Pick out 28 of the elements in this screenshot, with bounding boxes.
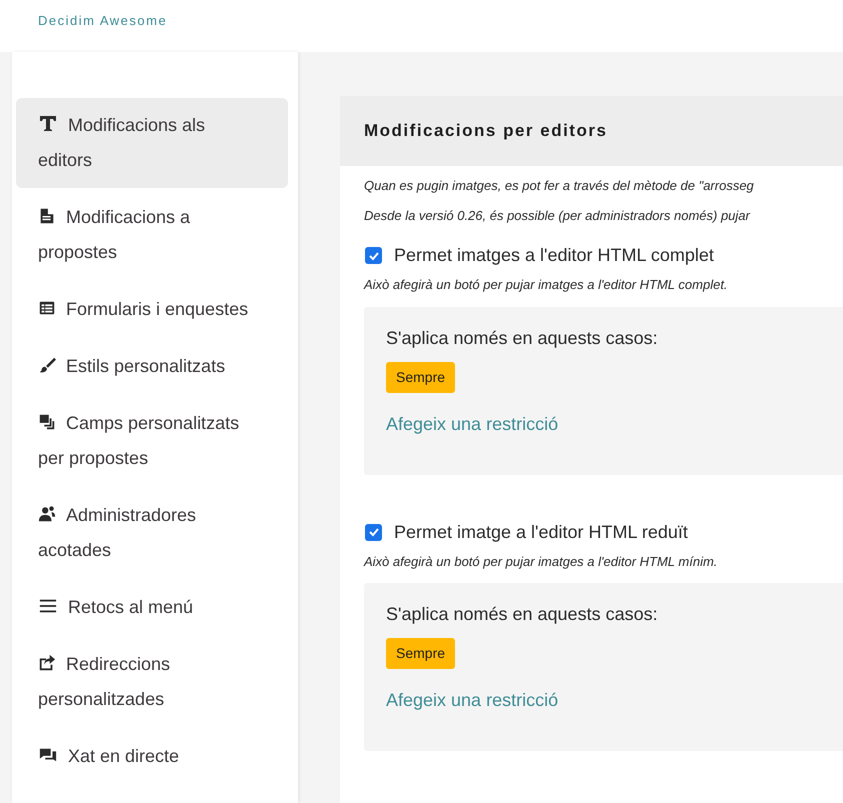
card-title: Modificacions per editors	[364, 120, 608, 142]
add-restriction-link[interactable]: Afegeix una restricció	[386, 687, 558, 714]
checkbox[interactable]	[365, 524, 382, 540]
menu-icon	[38, 597, 58, 615]
chat-icon	[38, 746, 58, 764]
checkmark-icon	[368, 526, 380, 538]
status-badge: Sempre	[386, 362, 456, 392]
constraints-title: S'aplica només en aquests casos:	[386, 326, 659, 350]
table-icon	[38, 299, 56, 317]
app-title[interactable]: Decidim Awesome	[38, 11, 168, 31]
add-restriction-link[interactable]: Afegeix una restricció	[386, 410, 558, 438]
checkbox-label: Permet imatge a l'editor HTML reduït	[394, 520, 688, 544]
checkbox[interactable]	[365, 247, 382, 264]
text-icon	[38, 113, 58, 133]
note-text: Quan es pugin imatges, es pot fer a través del mètode de "arrosseg	[364, 177, 755, 195]
help-text: Això afegirà un botó per pujar imatges a l'editor HTML complet.	[364, 276, 729, 294]
brush-icon	[38, 356, 56, 374]
share-icon	[38, 654, 56, 672]
note-text: Desde la versió 0.26, és possible (per administradors només) pujar	[364, 207, 752, 225]
checkmark-icon	[368, 250, 380, 262]
status-badge: Sempre	[386, 638, 456, 669]
help-text: Això afegirà un botó per pujar imatges a l'editor HTML mínim.	[364, 552, 718, 571]
document-icon	[38, 207, 56, 225]
squares-icon	[38, 413, 56, 431]
checkbox-label: Permet imatges a l'editor HTML complet	[394, 244, 714, 267]
users-icon	[38, 505, 56, 523]
sidebar-item[interactable]: Modificacions als editors	[16, 98, 288, 188]
constraints-title: S'aplica només en aquests casos:	[386, 603, 659, 626]
